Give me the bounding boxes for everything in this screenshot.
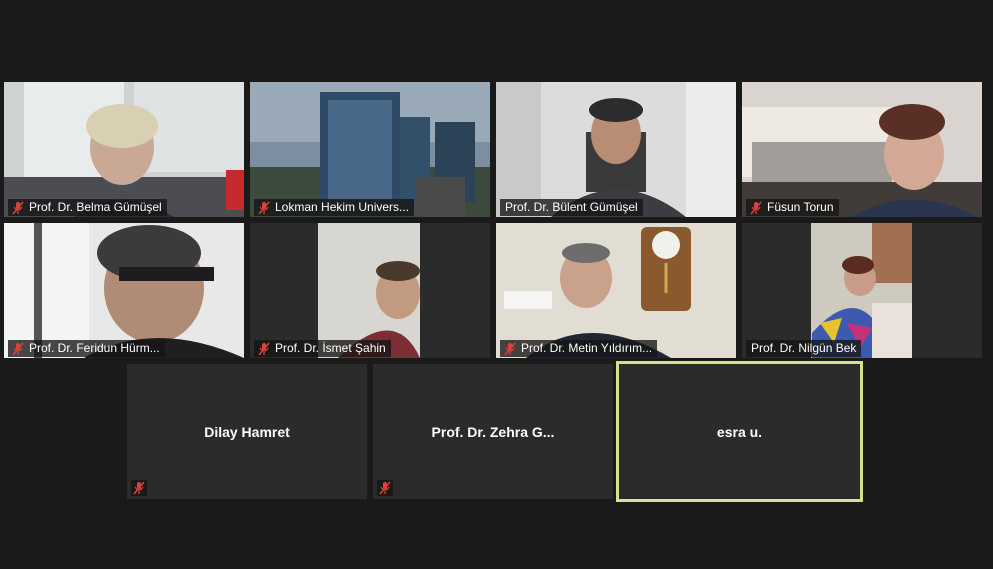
video-tile-feridun[interactable]: Prof. Dr. Feridun Hürm... xyxy=(4,223,244,358)
participant-video xyxy=(496,82,736,217)
video-tile-metin[interactable]: Prof. Dr. Metin Yıldırım... xyxy=(496,223,736,358)
participant-name-centered: esra u. xyxy=(716,423,763,440)
participant-video xyxy=(250,82,490,217)
participant-video xyxy=(4,82,244,217)
muted-mic-icon xyxy=(257,201,271,215)
participant-name: Prof. Dr. İsmet Şahin xyxy=(275,341,386,355)
video-tile-lokman[interactable]: Lokman Hekim Univers... xyxy=(250,82,490,217)
participant-video xyxy=(742,223,982,358)
muted-mic-icon xyxy=(749,201,763,215)
video-tile-belma[interactable]: Prof. Dr. Belma Gümüşel xyxy=(4,82,244,217)
participant-name: Prof. Dr. Metin Yıldırım... xyxy=(521,341,653,355)
muted-mic-icon xyxy=(131,480,147,496)
participant-name: Prof. Dr. Bülent Gümüşel xyxy=(505,200,638,214)
video-tile-nilgun[interactable]: Prof. Dr. Nilgün Bek xyxy=(742,223,982,358)
participant-name-bar: Prof. Dr. Metin Yıldırım... xyxy=(500,340,658,357)
participant-name-bar: Prof. Dr. Feridun Hürm... xyxy=(8,340,165,357)
participant-name: Lokman Hekim Univers... xyxy=(275,200,410,214)
participant-name-bar: Prof. Dr. İsmet Şahin xyxy=(254,340,391,357)
video-tile-fusun[interactable]: Füsun Torun xyxy=(742,82,982,217)
participant-name-centered: Prof. Dr. Zehra G... xyxy=(431,423,555,440)
participant-name: Prof. Dr. Feridun Hürm... xyxy=(29,341,160,355)
participant-video xyxy=(4,223,244,358)
participant-name-bar: Lokman Hekim Univers... xyxy=(254,199,415,216)
muted-mic-icon xyxy=(11,342,25,356)
video-tile-ismet[interactable]: Prof. Dr. İsmet Şahin xyxy=(250,223,490,358)
muted-mic-icon xyxy=(257,342,271,356)
avatar-tile-zehra[interactable]: Prof. Dr. Zehra G... xyxy=(373,364,613,499)
avatar-tile-dilay[interactable]: Dilay Hamret xyxy=(127,364,367,499)
participant-video xyxy=(250,223,490,358)
participant-name-bar: Prof. Dr. Belma Gümüşel xyxy=(8,199,167,216)
participant-video xyxy=(742,82,982,217)
participant-name-centered: Dilay Hamret xyxy=(204,423,290,440)
muted-mic-icon xyxy=(11,201,25,215)
participant-name: Füsun Torun xyxy=(767,200,834,214)
video-tile-bulent[interactable]: Prof. Dr. Bülent Gümüşel xyxy=(496,82,736,217)
participant-name-bar: Füsun Torun xyxy=(746,199,839,216)
muted-mic-icon xyxy=(503,342,517,356)
participant-name: Prof. Dr. Belma Gümüşel xyxy=(29,200,162,214)
participant-name: Prof. Dr. Nilgün Bek xyxy=(751,341,857,355)
avatar-tile-esra-active-speaker[interactable]: esra u. xyxy=(616,361,863,502)
muted-mic-icon xyxy=(377,480,393,496)
participant-video xyxy=(496,223,736,358)
participant-name-bar: Prof. Dr. Bülent Gümüşel xyxy=(500,199,643,216)
participant-name-bar: Prof. Dr. Nilgün Bek xyxy=(746,340,862,357)
